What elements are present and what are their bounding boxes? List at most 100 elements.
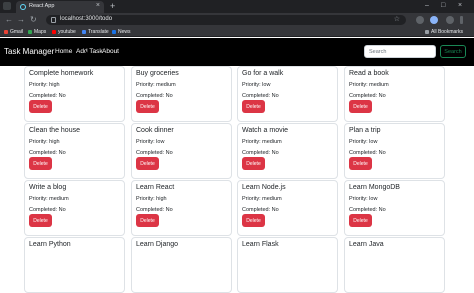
task-completed: Completed: No <box>29 207 66 213</box>
translate-icon <box>82 29 86 34</box>
task-card: Learn Flask <box>237 237 338 293</box>
task-title: Complete homework <box>29 70 94 77</box>
task-card: Plan a trip Priority: low Completed: No … <box>344 123 445 179</box>
app-navbar: Task Manager Home Add Task About Search <box>0 38 474 66</box>
task-card: Watch a movie Priority: medium Completed… <box>237 123 338 179</box>
tab-title: React App <box>29 3 55 9</box>
task-priority: Priority: medium <box>242 196 282 202</box>
news-icon <box>112 29 116 34</box>
search-input[interactable] <box>364 45 436 58</box>
task-completed: Completed: No <box>136 207 173 213</box>
task-card: Write a blog Priority: medium Completed:… <box>24 180 125 236</box>
bookmark-gmail[interactable]: Gmail <box>4 28 23 36</box>
task-title: Cook dinner <box>136 127 174 134</box>
delete-button[interactable]: Delete <box>349 214 372 227</box>
delete-button[interactable]: Delete <box>136 100 159 113</box>
profile-avatar-icon[interactable] <box>430 16 438 24</box>
task-priority: Priority: high <box>29 82 60 88</box>
address-url: localhost:3000/todo <box>60 16 113 22</box>
folder-icon <box>425 29 429 34</box>
bookmark-star-icon[interactable]: ☆ <box>394 15 400 23</box>
all-bookmarks[interactable]: All Bookmarks <box>425 28 463 36</box>
task-card: Go for a walk Priority: low Completed: N… <box>237 66 338 122</box>
task-completed: Completed: No <box>349 93 386 99</box>
task-title: Learn Node.js <box>242 184 286 191</box>
delete-button[interactable]: Delete <box>29 214 52 227</box>
task-priority: Priority: low <box>349 139 378 145</box>
delete-button[interactable]: Delete <box>136 157 159 170</box>
task-title: Read a book <box>349 70 389 77</box>
task-card: Learn Python <box>24 237 125 293</box>
youtube-icon <box>52 29 56 34</box>
delete-button[interactable]: Delete <box>136 214 159 227</box>
task-priority: Priority: medium <box>136 82 176 88</box>
delete-button[interactable]: Delete <box>242 157 265 170</box>
back-arrow-icon[interactable]: ← <box>5 15 13 25</box>
tab-close-icon[interactable]: × <box>96 2 100 9</box>
nav-link-about[interactable]: About <box>102 48 119 55</box>
delete-button[interactable]: Delete <box>29 157 52 170</box>
bookmark-translate[interactable]: Translate <box>82 28 109 36</box>
gmail-icon <box>4 29 8 34</box>
task-title: Learn React <box>136 184 175 191</box>
task-title: Learn Python <box>29 241 71 248</box>
minimize-button[interactable]: – <box>425 0 429 12</box>
task-priority: Priority: medium <box>349 82 389 88</box>
task-title: Learn MongoDB <box>349 184 400 191</box>
tab-search-icon[interactable] <box>3 2 11 10</box>
site-info-icon[interactable] <box>51 17 56 23</box>
close-window-button[interactable]: × <box>458 0 462 12</box>
task-card: Learn Node.js Priority: medium Completed… <box>237 180 338 236</box>
task-priority: Priority: medium <box>242 139 282 145</box>
maps-icon <box>28 29 32 34</box>
task-completed: Completed: No <box>29 150 66 156</box>
extensions-icon[interactable] <box>416 16 424 24</box>
task-card: Learn MongoDB Priority: low Completed: N… <box>344 180 445 236</box>
delete-button[interactable]: Delete <box>349 157 372 170</box>
delete-button[interactable]: Delete <box>349 100 372 113</box>
delete-button[interactable]: Delete <box>242 100 265 113</box>
task-title: Go for a walk <box>242 70 284 77</box>
task-completed: Completed: No <box>242 150 279 156</box>
task-completed: Completed: No <box>349 207 386 213</box>
task-completed: Completed: No <box>349 150 386 156</box>
task-card: Buy groceries Priority: medium Completed… <box>131 66 232 122</box>
browser-tab-strip: React App × + – □ × <box>0 0 474 13</box>
task-card: Learn Django <box>131 237 232 293</box>
task-completed: Completed: No <box>242 93 279 99</box>
nav-link-home[interactable]: Home <box>55 48 72 55</box>
browser-tab[interactable]: React App × <box>16 1 104 13</box>
maximize-button[interactable]: □ <box>441 0 445 12</box>
bookmark-maps[interactable]: Maps <box>28 28 46 36</box>
bookmark-news[interactable]: News <box>112 28 131 36</box>
delete-button[interactable]: Delete <box>242 214 265 227</box>
task-title: Clean the house <box>29 127 80 134</box>
task-completed: Completed: No <box>242 207 279 213</box>
task-priority: Priority: high <box>136 196 167 202</box>
navbar-brand[interactable]: Task Manager <box>4 47 54 56</box>
delete-button[interactable]: Delete <box>29 100 52 113</box>
task-card: Read a book Priority: medium Completed: … <box>344 66 445 122</box>
task-completed: Completed: No <box>136 150 173 156</box>
reload-icon[interactable]: ↻ <box>30 15 37 25</box>
task-priority: Priority: low <box>349 196 378 202</box>
task-title: Buy groceries <box>136 70 179 77</box>
task-completed: Completed: No <box>29 93 66 99</box>
browser-toolbar: ← → ↻ localhost:3000/todo ☆ <box>0 13 474 27</box>
forward-arrow-icon[interactable]: → <box>17 15 25 25</box>
task-completed: Completed: No <box>136 93 173 99</box>
downloads-icon[interactable] <box>446 16 454 24</box>
react-favicon-icon <box>20 4 26 10</box>
task-priority: Priority: high <box>29 139 60 145</box>
task-card: Learn Java <box>344 237 445 293</box>
bookmark-youtube[interactable]: youtube <box>52 28 76 36</box>
search-button[interactable]: Search <box>440 45 466 58</box>
task-title: Learn Flask <box>242 241 279 248</box>
bookmarks-bar: Gmail Maps youtube Translate News All Bo… <box>0 27 474 37</box>
task-card: Cook dinner Priority: low Completed: No … <box>131 123 232 179</box>
address-bar[interactable]: localhost:3000/todo ☆ <box>46 15 406 25</box>
task-title: Learn Java <box>349 241 384 248</box>
task-priority: Priority: low <box>242 82 271 88</box>
new-tab-button[interactable]: + <box>110 1 115 11</box>
browser-menu-icon[interactable] <box>460 16 463 24</box>
